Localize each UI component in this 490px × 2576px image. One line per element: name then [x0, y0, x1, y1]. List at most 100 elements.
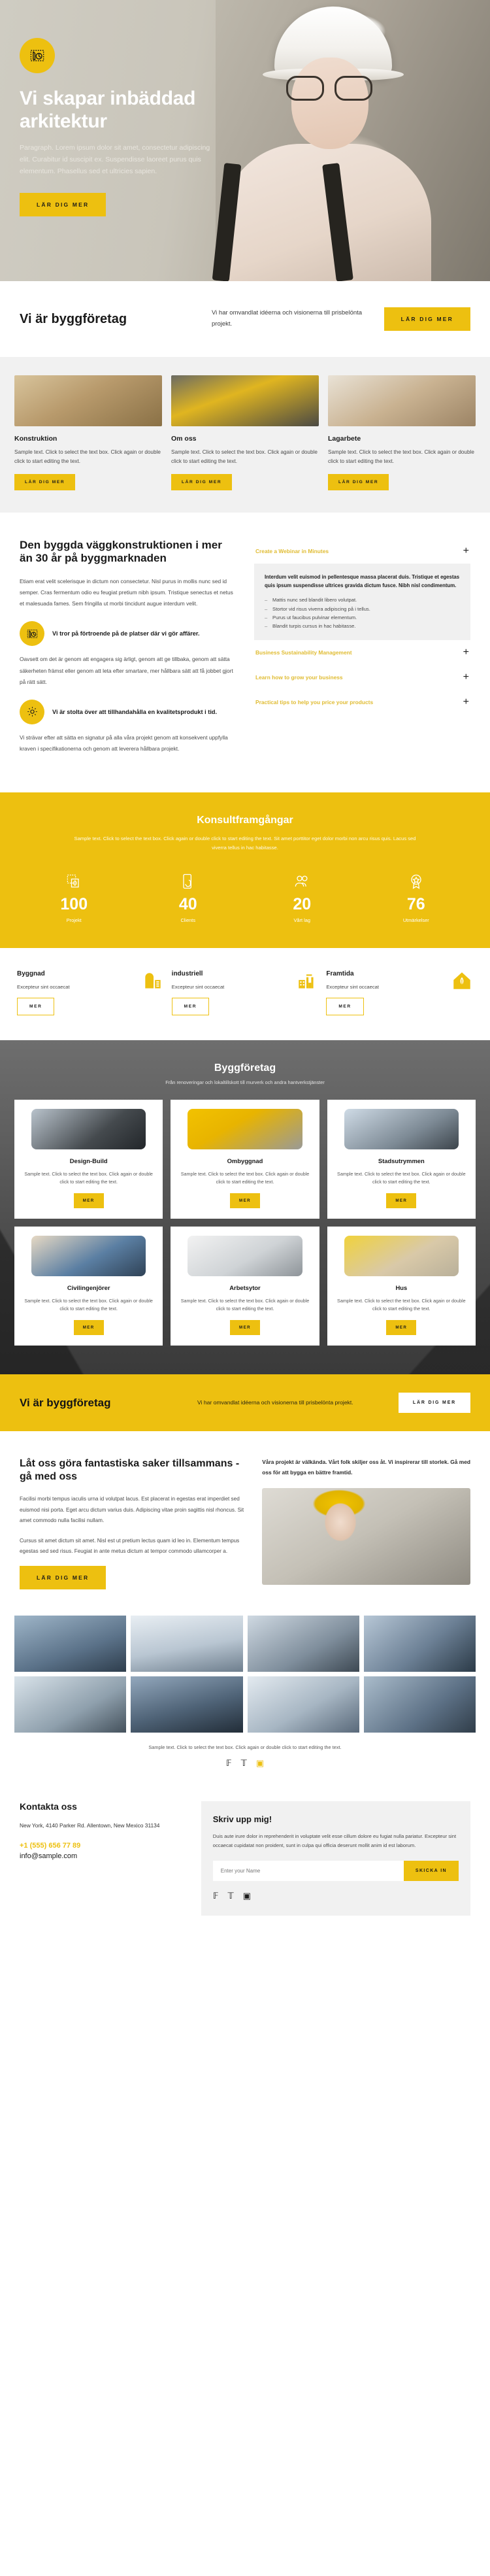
name-input[interactable] [212, 1860, 404, 1881]
buildings-icon [142, 970, 164, 992]
cta-bar-button[interactable]: LÄR DIG MER [398, 1393, 470, 1414]
cards-section: Konstruktion Sample text. Click to selec… [0, 357, 490, 513]
portfolio-card-title: Stadsutrymmen [378, 1157, 425, 1164]
plus-icon[interactable]: + [463, 545, 469, 556]
gallery-image[interactable] [131, 1676, 243, 1733]
intro-section: Vi är byggföretag Vi har omvandlat idéer… [0, 281, 490, 357]
contact-phone[interactable]: +1 (555) 656 77 89 [20, 1840, 184, 1852]
accordion: Create a Webinar in Minutes + Interdum v… [254, 539, 470, 767]
accordion-list-item: Mattis nunc sed blandit libero volutpat. [265, 596, 460, 605]
stat-label: Clients [180, 917, 196, 923]
stats-section: Konsultframgångar Sample text. Click to … [0, 792, 490, 948]
twitter-icon[interactable]: 𝕋 [241, 1759, 247, 1767]
service-cta-button[interactable]: MER [171, 997, 210, 1015]
contact-email[interactable]: info@sample.com [20, 1851, 184, 1862]
together-paragraph-2: Cursus sit amet dictum sit amet. Nisl es… [20, 1537, 240, 1555]
gallery-image[interactable] [247, 1616, 359, 1672]
accordion-header[interactable]: Business Sustainability Management + [254, 640, 470, 665]
service-byggnad: Byggnad Excepteur sint occaecat MER [17, 970, 164, 1015]
contact-title: Kontakta oss [20, 1801, 77, 1812]
card-lagarbete: Lagarbete Sample text. Click to select t… [328, 375, 476, 490]
card-cta-button[interactable]: LÄR DIG MER [171, 473, 233, 490]
portfolio-card-text: Sample text. Click to select the text bo… [337, 1297, 466, 1312]
portfolio-card-text: Sample text. Click to select the text bo… [24, 1170, 153, 1185]
facebook-icon[interactable]: 𝔽 [213, 1891, 219, 1900]
service-title: industriell [171, 970, 203, 977]
instagram-icon[interactable]: ▣ [256, 1759, 264, 1767]
intro-text: Vi har omvandlat idéerna och visionerna … [212, 309, 363, 328]
gear-icon [20, 699, 44, 724]
stat-value: 20 [293, 894, 312, 913]
hero-paragraph: Paragraph. Lorem ipsum dolor sit amet, c… [20, 144, 210, 176]
together-paragraph-1: Facilisi morbi tempus iaculis urna id vo… [20, 1496, 244, 1524]
blueprint-icon [20, 621, 44, 647]
stat-projekt: 100 Projekt [17, 870, 131, 923]
portfolio-cta-button[interactable]: MER [386, 1193, 417, 1208]
twitter-icon[interactable]: 𝕋 [228, 1891, 234, 1900]
factory-icon [296, 970, 318, 992]
accordion-header[interactable]: Learn how to grow your business + [254, 665, 470, 690]
service-text: Excepteur sint occaecat [17, 983, 70, 990]
services-section: Byggnad Excepteur sint occaecat MER indu… [0, 947, 490, 1040]
gallery-note: Sample text. Click to select the text bo… [148, 1744, 342, 1751]
portfolio-card-text: Sample text. Click to select the text bo… [337, 1170, 466, 1185]
plus-icon[interactable]: + [463, 647, 469, 658]
accordion-header[interactable]: Create a Webinar in Minutes + [254, 539, 470, 564]
portfolio-cta-button[interactable]: MER [230, 1193, 260, 1208]
portfolio-card-text: Sample text. Click to select the text bo… [180, 1170, 310, 1185]
portfolio-card-title: Ombyggnad [227, 1157, 263, 1164]
accordion-header[interactable]: Practical tips to help you price your pr… [254, 690, 470, 715]
accordion-item-webinar: Create a Webinar in Minutes + Interdum v… [254, 539, 470, 640]
plus-icon[interactable]: + [463, 696, 469, 707]
cta-bar-title: Vi är byggföretag [20, 1396, 111, 1409]
portfolio-cta-button[interactable]: MER [73, 1320, 104, 1336]
gallery-image[interactable] [131, 1616, 243, 1672]
feature-title: Vi är stolta över att tillhandahålla en … [52, 708, 218, 715]
card-text: Sample text. Click to select the text bo… [328, 449, 474, 464]
portfolio-section: Byggföretag Från renoveringar och lokalt… [0, 1040, 490, 1375]
portfolio-card-title: Design-Build [69, 1157, 108, 1164]
card-title: Konstruktion [14, 435, 57, 443]
gallery-image[interactable] [14, 1616, 127, 1672]
portfolio-cta-button[interactable]: MER [386, 1320, 417, 1336]
portfolio-cta-button[interactable]: MER [73, 1193, 104, 1208]
together-photo [262, 1487, 470, 1585]
portfolio-card-title: Arbetsytor [229, 1283, 261, 1291]
portfolio-subtitle: Från renoveringar och lokaltillskott til… [165, 1079, 325, 1085]
portfolio-title: Byggföretag [214, 1062, 276, 1074]
portfolio-card-title: Civilingenjörer [67, 1283, 110, 1291]
accordion-body-text: Interdum velit euismod in pellentesque m… [265, 573, 460, 589]
gallery-image[interactable] [363, 1616, 476, 1672]
portfolio-cta-button[interactable]: MER [230, 1320, 260, 1336]
instagram-icon[interactable]: ▣ [243, 1891, 251, 1900]
blueprint-icon [20, 38, 55, 73]
worker-face [291, 58, 368, 149]
portfolio-card-title: Hus [395, 1283, 408, 1291]
portfolio-image [344, 1108, 459, 1149]
facebook-icon[interactable]: 𝔽 [226, 1759, 232, 1767]
intro-cta-button[interactable]: LÄR DIG MER [384, 307, 470, 331]
together-cta-button[interactable]: LÄR DIG MER [20, 1566, 106, 1590]
card-cta-button[interactable]: LÄR DIG MER [14, 473, 76, 490]
service-industriell: industriell Excepteur sint occaecat MER [171, 970, 319, 1015]
cta-bar-text: Vi har omvandlat idéerna och visionerna … [197, 1399, 353, 1406]
card-text: Sample text. Click to select the text bo… [171, 449, 318, 464]
service-cta-button[interactable]: MER [326, 997, 364, 1015]
gallery-image[interactable] [247, 1676, 359, 1733]
service-cta-button[interactable]: MER [17, 997, 55, 1015]
gallery-socials: 𝔽 𝕋 ▣ [14, 1759, 476, 1772]
accordion-list-item: Purus ut faucibus pulvinar elementum. [265, 613, 460, 622]
feature-quality: Vi är stolta över att tillhandahålla en … [20, 699, 236, 724]
card-cta-button[interactable]: LÄR DIG MER [328, 473, 389, 490]
team-icon [245, 870, 359, 892]
accordion-label: Create a Webinar in Minutes [255, 547, 329, 554]
portfolio-image [188, 1235, 302, 1276]
hero-cta-button[interactable]: LÄR DIG MER [20, 193, 106, 217]
submit-button[interactable]: SKICKA IN [403, 1860, 459, 1881]
gallery-image[interactable] [363, 1676, 476, 1733]
plus-icon[interactable]: + [463, 671, 469, 683]
gallery-image[interactable] [14, 1676, 127, 1733]
card-image [328, 375, 476, 426]
stat-value: 40 [178, 894, 197, 913]
portfolio-card-design-build: Design-Build Sample text. Click to selec… [14, 1099, 163, 1219]
